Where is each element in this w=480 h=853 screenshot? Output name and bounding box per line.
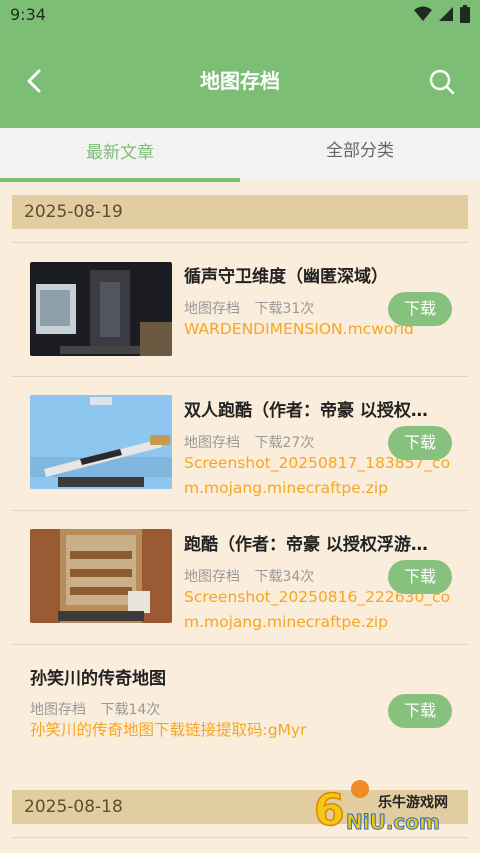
download-button[interactable]: 下载	[388, 694, 452, 728]
tab-all-categories[interactable]: 全部分类	[240, 128, 480, 180]
item-download-count: 下载31次	[254, 301, 315, 317]
search-icon[interactable]	[428, 68, 456, 96]
divider	[12, 510, 468, 511]
svg-text:乐牛游戏网: 乐牛游戏网	[378, 794, 448, 811]
item-title: 跑酷（作者：帝豪 以授权浮游…	[184, 535, 428, 555]
item-thumbnail	[30, 395, 172, 489]
download-button[interactable]: 下载	[388, 560, 452, 594]
item-thumbnail	[30, 529, 172, 623]
item-filename: 孙笑川的传奇地图下载链接提取码:gMyr	[30, 721, 307, 739]
item-category: 地图存档	[184, 301, 240, 317]
site-watermark-logo: 6 乐牛游戏网 NiU.com	[312, 775, 472, 837]
item-download-count: 下载34次	[254, 569, 315, 585]
item-category: 地图存档	[184, 435, 240, 451]
item-category: 地图存档	[184, 569, 240, 585]
tab-latest-articles[interactable]: 最新文章	[0, 128, 240, 182]
item-title: 双人跑酷（作者：帝豪 以授权…	[184, 401, 428, 421]
battery-icon	[460, 5, 470, 23]
download-button[interactable]: 下载	[388, 292, 452, 326]
svg-text:NiU.com: NiU.com	[346, 810, 440, 834]
svg-text:6: 6	[314, 785, 345, 835]
tab-bar: 最新文章 全部分类	[0, 128, 480, 182]
item-category: 地图存档	[30, 702, 86, 718]
page-title: 地图存档	[200, 69, 280, 93]
item-title: 循声守卫维度（幽匿深域）	[184, 267, 388, 287]
item-download-count: 下载27次	[254, 435, 315, 451]
status-time: 9:34	[10, 5, 46, 24]
download-button[interactable]: 下载	[388, 426, 452, 460]
item-title: 孙笑川的传奇地图	[30, 669, 166, 689]
date-header: 2025-08-19	[12, 195, 468, 229]
status-bar: 9:34	[0, 0, 480, 32]
item-download-count: 下载14次	[100, 702, 161, 718]
app-bar: 地图存档	[0, 32, 480, 128]
wifi-icon	[414, 6, 432, 21]
divider	[12, 242, 468, 243]
divider	[12, 837, 468, 838]
divider	[12, 644, 468, 645]
divider	[12, 376, 468, 377]
signal-icon	[439, 7, 453, 21]
item-thumbnail	[30, 262, 172, 356]
